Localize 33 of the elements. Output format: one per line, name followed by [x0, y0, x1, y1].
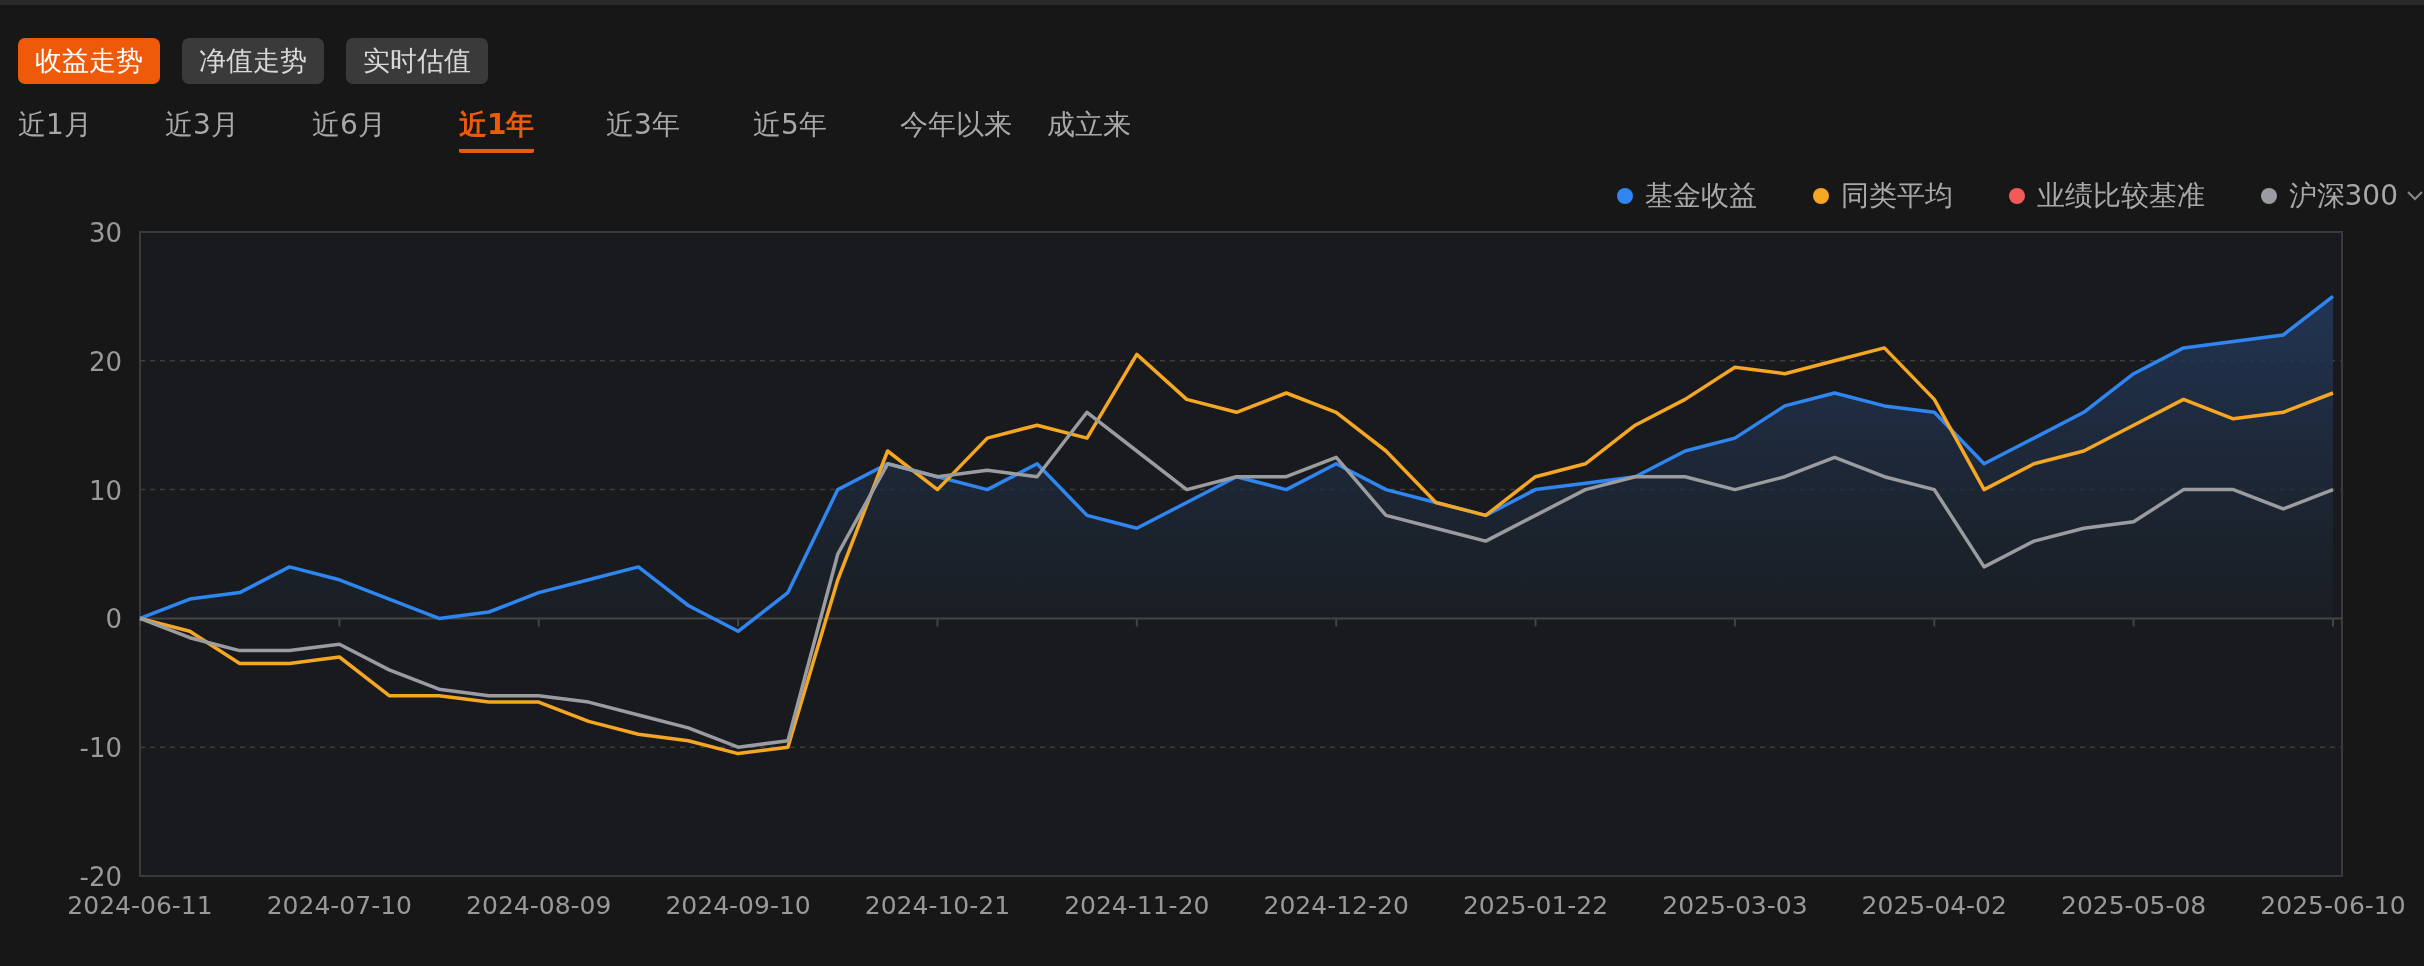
x-axis-label: 2024-11-20 [1064, 891, 1210, 920]
y-axis-label: 10 [88, 475, 122, 506]
period-tab[interactable]: 近3月 [165, 106, 312, 159]
x-axis-label: 2024-12-20 [1263, 891, 1409, 920]
period-tab[interactable]: 近3年 [606, 106, 753, 159]
x-axis-label: 2024-06-11 [67, 891, 213, 920]
x-axis-label: 2024-10-21 [864, 891, 1011, 920]
x-axis-label: 2025-04-02 [1861, 891, 2007, 920]
y-axis-label: 0 [105, 604, 122, 635]
x-axis-label: 2025-05-08 [2061, 891, 2207, 920]
chevron-down-icon[interactable] [2406, 190, 2424, 202]
x-axis-label: 2024-08-09 [466, 891, 612, 920]
x-axis-label: 2025-06-10 [2260, 891, 2406, 920]
x-axis-label: 2025-03-03 [1662, 891, 1808, 920]
view-tab[interactable]: 实时估值 [346, 38, 488, 84]
y-axis-label: -10 [79, 733, 122, 764]
y-axis-label: 30 [88, 218, 122, 248]
legend-label[interactable]: 基金收益 [1644, 177, 1757, 215]
period-tab[interactable]: 成立来 [1047, 106, 1194, 159]
legend-label[interactable]: 同类平均 [1840, 177, 1953, 215]
y-axis-label: 20 [88, 346, 122, 377]
period-tab[interactable]: 近5年 [753, 106, 900, 159]
period-tab[interactable]: 近6月 [312, 106, 459, 159]
period-tab[interactable]: 今年以来 [900, 106, 1047, 159]
period-tab[interactable]: 近1年 [459, 106, 606, 159]
y-axis-label: -20 [79, 862, 122, 892]
view-tab[interactable]: 净值走势 [182, 38, 324, 84]
period-tab[interactable]: 近1月 [18, 106, 165, 159]
x-axis-label: 2024-09-10 [665, 891, 811, 920]
legend-label[interactable]: 业绩比较基准 [2036, 177, 2205, 215]
legend-label[interactable]: 沪深300 [2288, 177, 2398, 215]
x-axis-label: 2024-07-10 [266, 891, 412, 920]
x-axis-label: 2025-01-22 [1462, 891, 1609, 920]
